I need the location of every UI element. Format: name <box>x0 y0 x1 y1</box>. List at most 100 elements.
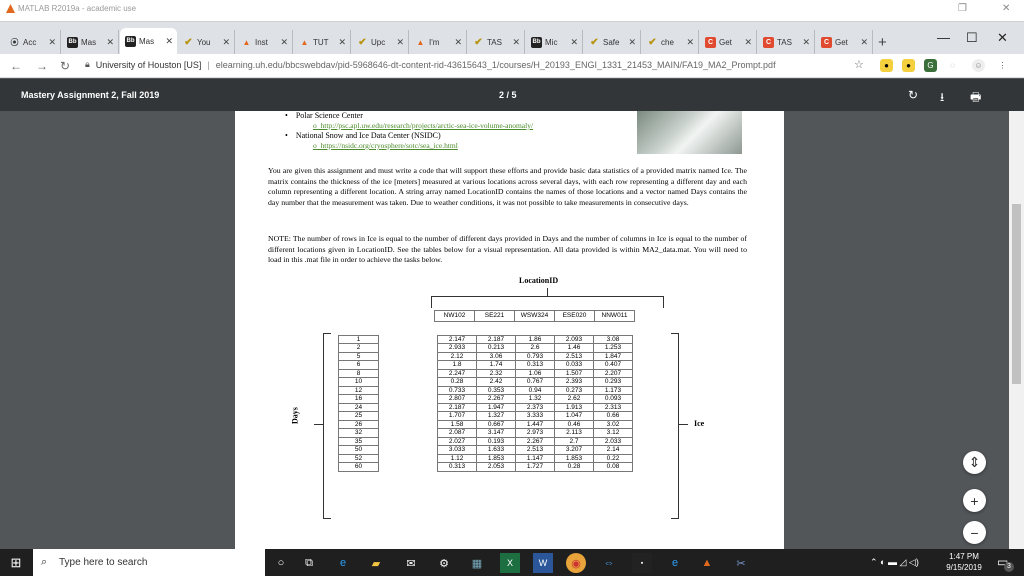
profile-avatar[interactable]: ☺ <box>972 59 985 72</box>
tab-close-icon[interactable]: ✕ <box>48 37 56 48</box>
maximize-button[interactable]: ☐ <box>966 30 978 46</box>
ice-cell: 2.087 <box>437 428 477 438</box>
tab-7[interactable]: ▲ I'm ✕ <box>410 30 467 54</box>
start-windows-icon[interactable]: ⊞ <box>6 553 26 573</box>
ice-cell: 3.08 <box>593 334 633 345</box>
tab-close-icon[interactable]: ✕ <box>396 37 404 48</box>
ice-cell: 0.093 <box>593 394 633 404</box>
ice-cell: 1.727 <box>515 462 555 472</box>
excel-icon[interactable]: X <box>500 553 520 573</box>
table-row: 1.12 1.853 1.147 1.853 0.22 <box>437 453 633 464</box>
teamviewer-icon[interactable]: ⇔ <box>599 553 619 573</box>
favicon-icon: C <box>763 36 774 48</box>
tab-label: I'm <box>429 37 440 47</box>
menu-icon[interactable]: ⋮ <box>996 59 1009 72</box>
link-nsidc[interactable]: o https://nsidc.org/cryosphere/sotc/sea_… <box>285 141 615 151</box>
print-icon[interactable]: 🖶︎ <box>970 88 981 109</box>
day-cell: 60 <box>338 462 379 472</box>
app-icon[interactable]: ▪ <box>632 553 652 573</box>
link-psc[interactable]: o http://psc.apl.uw.edu/research/project… <box>285 121 615 131</box>
zoom-in-button[interactable]: + <box>963 489 986 512</box>
taskbar-search-input[interactable]: ⌕ Type here to search <box>33 549 265 576</box>
tab-1[interactable]: Bb Mas ✕ <box>62 30 119 54</box>
matlab-icon[interactable]: ▲ <box>697 553 717 573</box>
close-icon[interactable]: ✕ <box>1002 3 1010 14</box>
tab-close-icon[interactable]: ✕ <box>802 37 810 48</box>
minimize-button[interactable]: — <box>937 30 950 45</box>
extension-icon[interactable]: ● <box>880 59 893 72</box>
ice-cell: 1.173 <box>593 385 633 396</box>
favicon-icon: Bb <box>67 36 78 48</box>
tab-5[interactable]: ▲ TUT ✕ <box>294 30 351 54</box>
tab-6[interactable]: ✔ Upc ✕ <box>352 30 409 54</box>
ice-cell: 2.187 <box>476 334 516 345</box>
new-tab-button[interactable]: + <box>878 34 887 51</box>
download-icon[interactable]: ⭳ <box>940 88 944 109</box>
scrollbar[interactable] <box>1009 111 1024 549</box>
scrollbar-thumb[interactable] <box>1012 204 1021 384</box>
tab-close-icon[interactable]: ✕ <box>454 37 462 48</box>
tab-13[interactable]: C TAS ✕ <box>758 30 815 54</box>
tab-11[interactable]: ✔ che ✕ <box>642 30 699 54</box>
tab-close-icon[interactable]: ✕ <box>512 37 520 48</box>
app-icon[interactable]: ▦ <box>467 553 487 573</box>
tab-close-icon[interactable]: ✕ <box>106 37 114 48</box>
table-row: 16 <box>338 394 379 404</box>
ice-cell: 2.807 <box>437 394 477 404</box>
forward-icon[interactable]: → <box>36 59 48 73</box>
mail-icon[interactable]: ✉ <box>401 553 421 573</box>
extension-icon[interactable]: ● <box>902 59 915 72</box>
tab-3[interactable]: ✔ You ✕ <box>178 30 235 54</box>
back-icon[interactable]: ← <box>10 59 22 73</box>
ice-cell: 2.313 <box>593 402 633 413</box>
tab-close-icon[interactable]: ✕ <box>628 37 636 48</box>
tab-close-icon[interactable]: ✕ <box>280 37 288 48</box>
table-row: 2.187 1.947 2.373 1.913 2.313 <box>437 402 633 413</box>
tab-close-icon[interactable]: ✕ <box>165 36 173 47</box>
ice-cell: 2.42 <box>476 377 516 387</box>
clock[interactable]: 1:47 PM 9/15/2019 <box>944 551 984 573</box>
file-explorer-icon[interactable]: ▰ <box>366 553 386 573</box>
ice-cell: 2.32 <box>476 368 516 379</box>
notification-badge: 3 <box>1004 562 1014 572</box>
ice-cell: 0.033 <box>554 360 594 370</box>
reload-icon[interactable]: ↻ <box>60 59 70 73</box>
tab-4[interactable]: ▲ Inst ✕ <box>236 30 293 54</box>
table-row: 35 <box>338 436 379 447</box>
snipping-tool-icon[interactable]: ✂ <box>731 553 751 573</box>
tab-9[interactable]: Bb Mic ✕ <box>526 30 583 54</box>
favicon-icon: ✔ <box>184 36 193 48</box>
tab-0[interactable]: ⦿ Acc ✕ <box>4 30 61 54</box>
tab-close-icon[interactable]: ✕ <box>338 37 346 48</box>
tab-14[interactable]: C Get ✕ <box>816 30 873 54</box>
tab-12[interactable]: C Get ✕ <box>700 30 757 54</box>
extension-icon[interactable]: G <box>924 59 937 72</box>
word-icon[interactable]: W <box>533 553 553 573</box>
close-window-button[interactable]: ✕ <box>997 30 1008 46</box>
day-cell: 12 <box>338 385 379 396</box>
tab-close-icon[interactable]: ✕ <box>222 37 230 48</box>
tab-8[interactable]: ✔ TAS ✕ <box>468 30 525 54</box>
bookmark-star-icon[interactable]: ☆ <box>854 58 864 71</box>
settings-gear-icon[interactable]: ⚙ <box>434 553 454 573</box>
restore-icon[interactable]: ❐ <box>958 3 967 14</box>
tab-2[interactable]: Bb Mas ✕ <box>120 28 177 54</box>
tab-10[interactable]: ✔ Safe ✕ <box>584 30 641 54</box>
system-tray-icons[interactable]: ⌃ ◐ ▬ ◿ ◁) <box>870 557 919 568</box>
table-row: 52 <box>338 453 379 464</box>
tab-close-icon[interactable]: ✕ <box>686 37 694 48</box>
extension-icon[interactable]: ◌ <box>946 59 959 72</box>
cortana-icon[interactable]: ○ <box>271 553 291 573</box>
zoom-out-button[interactable]: − <box>963 521 986 544</box>
internet-explorer-icon[interactable]: e <box>665 553 685 573</box>
tab-close-icon[interactable]: ✕ <box>860 37 868 48</box>
fit-page-button[interactable]: ⇕ <box>963 451 986 474</box>
tab-label: Upc <box>371 37 386 47</box>
rotate-icon[interactable]: ↻ <box>908 88 918 102</box>
edge-icon[interactable]: e <box>333 553 353 573</box>
tab-close-icon[interactable]: ✕ <box>744 37 752 48</box>
chrome-icon[interactable]: ◉ <box>566 553 586 573</box>
task-view-icon[interactable]: ⧉ <box>299 553 319 573</box>
tab-close-icon[interactable]: ✕ <box>570 37 578 48</box>
address-bar[interactable]: 🔒︎ University of Houston [US] | elearnin… <box>85 59 776 70</box>
